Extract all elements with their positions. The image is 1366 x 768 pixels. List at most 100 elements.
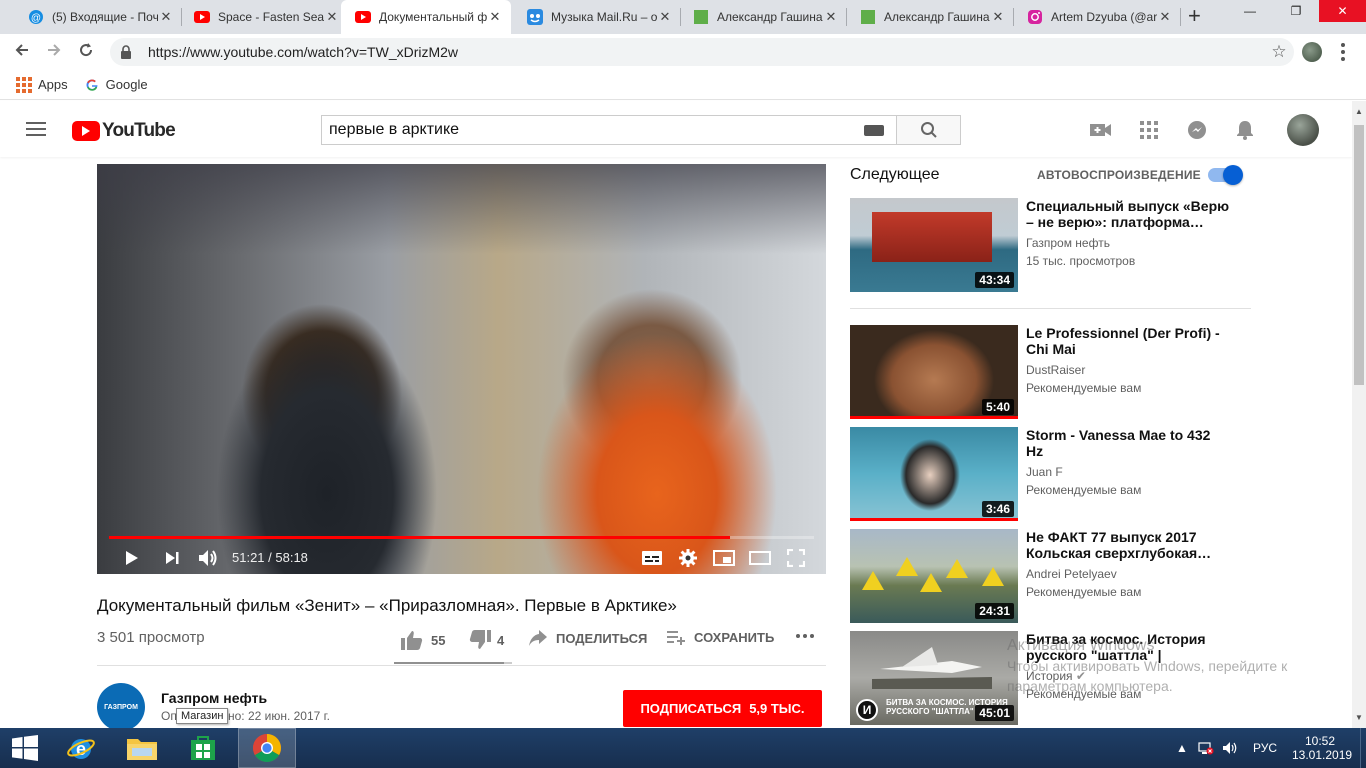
tab-close-icon[interactable]: ✕	[657, 9, 673, 25]
internet-explorer-icon[interactable]: e	[58, 728, 104, 768]
mail-icon: @	[28, 9, 44, 25]
address-bar[interactable]: https://www.youtube.com/watch?v=TW_xDriz…	[110, 38, 1294, 66]
notifications-bell-icon[interactable]	[1233, 120, 1257, 140]
bookmarks-bar: Apps Google	[0, 70, 1366, 100]
theater-mode-icon[interactable]	[749, 548, 771, 568]
video-thumbnail[interactable]: 43:34	[850, 198, 1018, 292]
share-button[interactable]: ПОДЕЛИТЬСЯ	[529, 630, 647, 646]
taskbar-tooltip: Магазин	[176, 708, 229, 724]
video-thumbnail[interactable]: 3:46	[850, 427, 1018, 521]
guide-menu-icon[interactable]	[26, 122, 46, 136]
browser-tab-7[interactable]: Artem Dzyuba (@ar ✕	[1013, 0, 1181, 34]
messages-icon[interactable]	[1185, 120, 1209, 140]
show-desktop-button[interactable]	[1360, 728, 1366, 768]
account-avatar[interactable]	[1287, 114, 1319, 146]
autoplay-toggle[interactable]	[1208, 165, 1243, 185]
scroll-up-icon[interactable]: ▲	[1355, 107, 1363, 116]
start-button[interactable]	[0, 728, 50, 768]
recommended-video[interactable]: 43:34 Специальный выпуск «Верю – не верю…	[850, 198, 1250, 292]
sentiment-bar	[394, 662, 512, 664]
back-button[interactable]	[10, 40, 34, 64]
save-button[interactable]: СОХРАНИТЬ	[667, 630, 774, 645]
recommended-title[interactable]: Специальный выпуск «Верю – не верю»: пла…	[1026, 198, 1231, 230]
taskbar-clock[interactable]: 10:52 13.01.2019	[1292, 734, 1352, 762]
recommended-video[interactable]: 3:46 Storm - Vanessa Mae to 432 Hz Juan …	[850, 427, 1250, 521]
volume-tray-icon[interactable]	[1222, 728, 1238, 768]
browser-tab-5[interactable]: Александр Гашина ✕	[679, 0, 847, 34]
search-input[interactable]: первые в арктике	[321, 115, 897, 145]
minimize-button[interactable]: —	[1227, 0, 1273, 22]
chrome-taskbar-icon[interactable]	[238, 728, 296, 768]
video-thumbnail[interactable]: И БИТВА ЗА КОСМОС. ИСТОРИЯ РУССКОГО "ШАТ…	[850, 631, 1018, 725]
video-progress-bar[interactable]	[109, 536, 814, 539]
channel-name[interactable]: Газпром нефть	[161, 690, 267, 706]
tab-close-icon[interactable]: ✕	[487, 9, 503, 25]
settings-gear-icon[interactable]	[677, 548, 699, 568]
window-controls: — ❐ ✕	[1227, 0, 1366, 24]
forward-button[interactable]	[42, 40, 66, 64]
forward-arrow-icon	[48, 44, 61, 56]
subscribe-button[interactable]: ПОДПИСАТЬСЯ 5,9 ТЫС.	[623, 690, 822, 727]
browser-tab-6[interactable]: Александр Гашина ✕	[846, 0, 1014, 34]
next-video-icon[interactable]	[161, 548, 183, 568]
recommended-title[interactable]: Storm - Vanessa Mae to 432 Hz	[1026, 427, 1231, 459]
tab-close-icon[interactable]: ✕	[990, 9, 1006, 25]
fullscreen-icon[interactable]	[785, 548, 807, 568]
reload-button[interactable]	[74, 40, 98, 64]
scrollbar-thumb[interactable]	[1354, 125, 1364, 385]
browser-tab-3[interactable]: Документальный ф ✕	[341, 0, 511, 34]
lock-icon	[120, 45, 134, 59]
browser-tab-1[interactable]: @ (5) Входящие - Поч ✕	[14, 0, 182, 34]
create-video-icon[interactable]	[1089, 120, 1113, 140]
subscriber-count: 5,9 ТЫС.	[749, 701, 805, 716]
show-hidden-icons[interactable]: ▲	[1176, 728, 1188, 768]
subtitles-icon[interactable]	[641, 548, 663, 568]
recommended-video[interactable]: 5:40 Le Professionnel (Der Profi) - Chi …	[850, 325, 1250, 419]
bookmark-label: Google	[105, 77, 148, 92]
bookmark-star-icon[interactable]: ☆	[1264, 42, 1294, 62]
youtube-logo[interactable]: YouTube	[72, 120, 176, 142]
bookmark-google[interactable]: Google	[84, 77, 148, 93]
more-actions-icon[interactable]	[795, 633, 815, 639]
tab-title: Александр Гашина	[884, 10, 990, 24]
recommended-video[interactable]: 24:31 Не ФАКТ 77 выпуск 2017 Кольская св…	[850, 529, 1250, 623]
tab-close-icon[interactable]: ✕	[324, 9, 340, 25]
video-thumbnail[interactable]: 24:31	[850, 529, 1018, 623]
duration-badge: 45:01	[975, 705, 1014, 721]
scroll-down-icon[interactable]: ▼	[1355, 713, 1363, 722]
like-button[interactable]: 55	[401, 630, 445, 650]
youtube-header: YouTube первые в арктике	[0, 101, 1352, 157]
dislike-button[interactable]: 4	[469, 630, 504, 650]
language-indicator[interactable]: РУС	[1253, 728, 1277, 768]
new-tab-button[interactable]: +	[1188, 5, 1201, 27]
network-icon[interactable]	[1198, 728, 1214, 768]
youtube-logo-text: YouTube	[102, 120, 176, 141]
play-icon[interactable]	[121, 548, 143, 568]
recommended-title[interactable]: Le Professionnel (Der Profi) - Chi Mai	[1026, 325, 1231, 357]
close-window-button[interactable]: ✕	[1319, 0, 1366, 22]
browser-tab-4[interactable]: Музыка Mail.Ru – о ✕	[513, 0, 681, 34]
tab-close-icon[interactable]: ✕	[158, 9, 174, 25]
video-thumbnail[interactable]: 5:40	[850, 325, 1018, 419]
recommended-meta: 15 тыс. просмотров	[1026, 254, 1136, 268]
browser-menu-icon[interactable]	[1339, 42, 1347, 62]
chevron-up-icon[interactable]: ▲	[1176, 741, 1188, 755]
page-scrollbar[interactable]: ▲ ▼	[1352, 101, 1366, 728]
tab-close-icon[interactable]: ✕	[823, 9, 839, 25]
maximize-button[interactable]: ❐	[1273, 0, 1319, 22]
watermark-title: Активация Windows	[1007, 637, 1155, 654]
store-icon[interactable]	[180, 728, 226, 768]
profile-avatar[interactable]	[1302, 42, 1322, 62]
search-button[interactable]	[896, 115, 961, 145]
apps-icon[interactable]	[1137, 120, 1161, 140]
tab-close-icon[interactable]: ✕	[1157, 9, 1173, 25]
recommended-title[interactable]: Не ФАКТ 77 выпуск 2017 Кольская сверхглу…	[1026, 529, 1231, 561]
file-explorer-icon[interactable]	[119, 728, 165, 768]
video-player[interactable]: 51:21 / 58:18	[97, 164, 826, 574]
miniplayer-icon[interactable]	[713, 548, 735, 568]
volume-icon[interactable]	[197, 548, 219, 568]
bookmark-apps[interactable]: Apps	[16, 76, 68, 93]
browser-tab-2[interactable]: Space - Fasten Seat ✕	[180, 0, 348, 34]
keyboard-icon[interactable]	[864, 125, 884, 136]
channel-avatar[interactable]: ГАЗПРОМ	[97, 683, 145, 731]
